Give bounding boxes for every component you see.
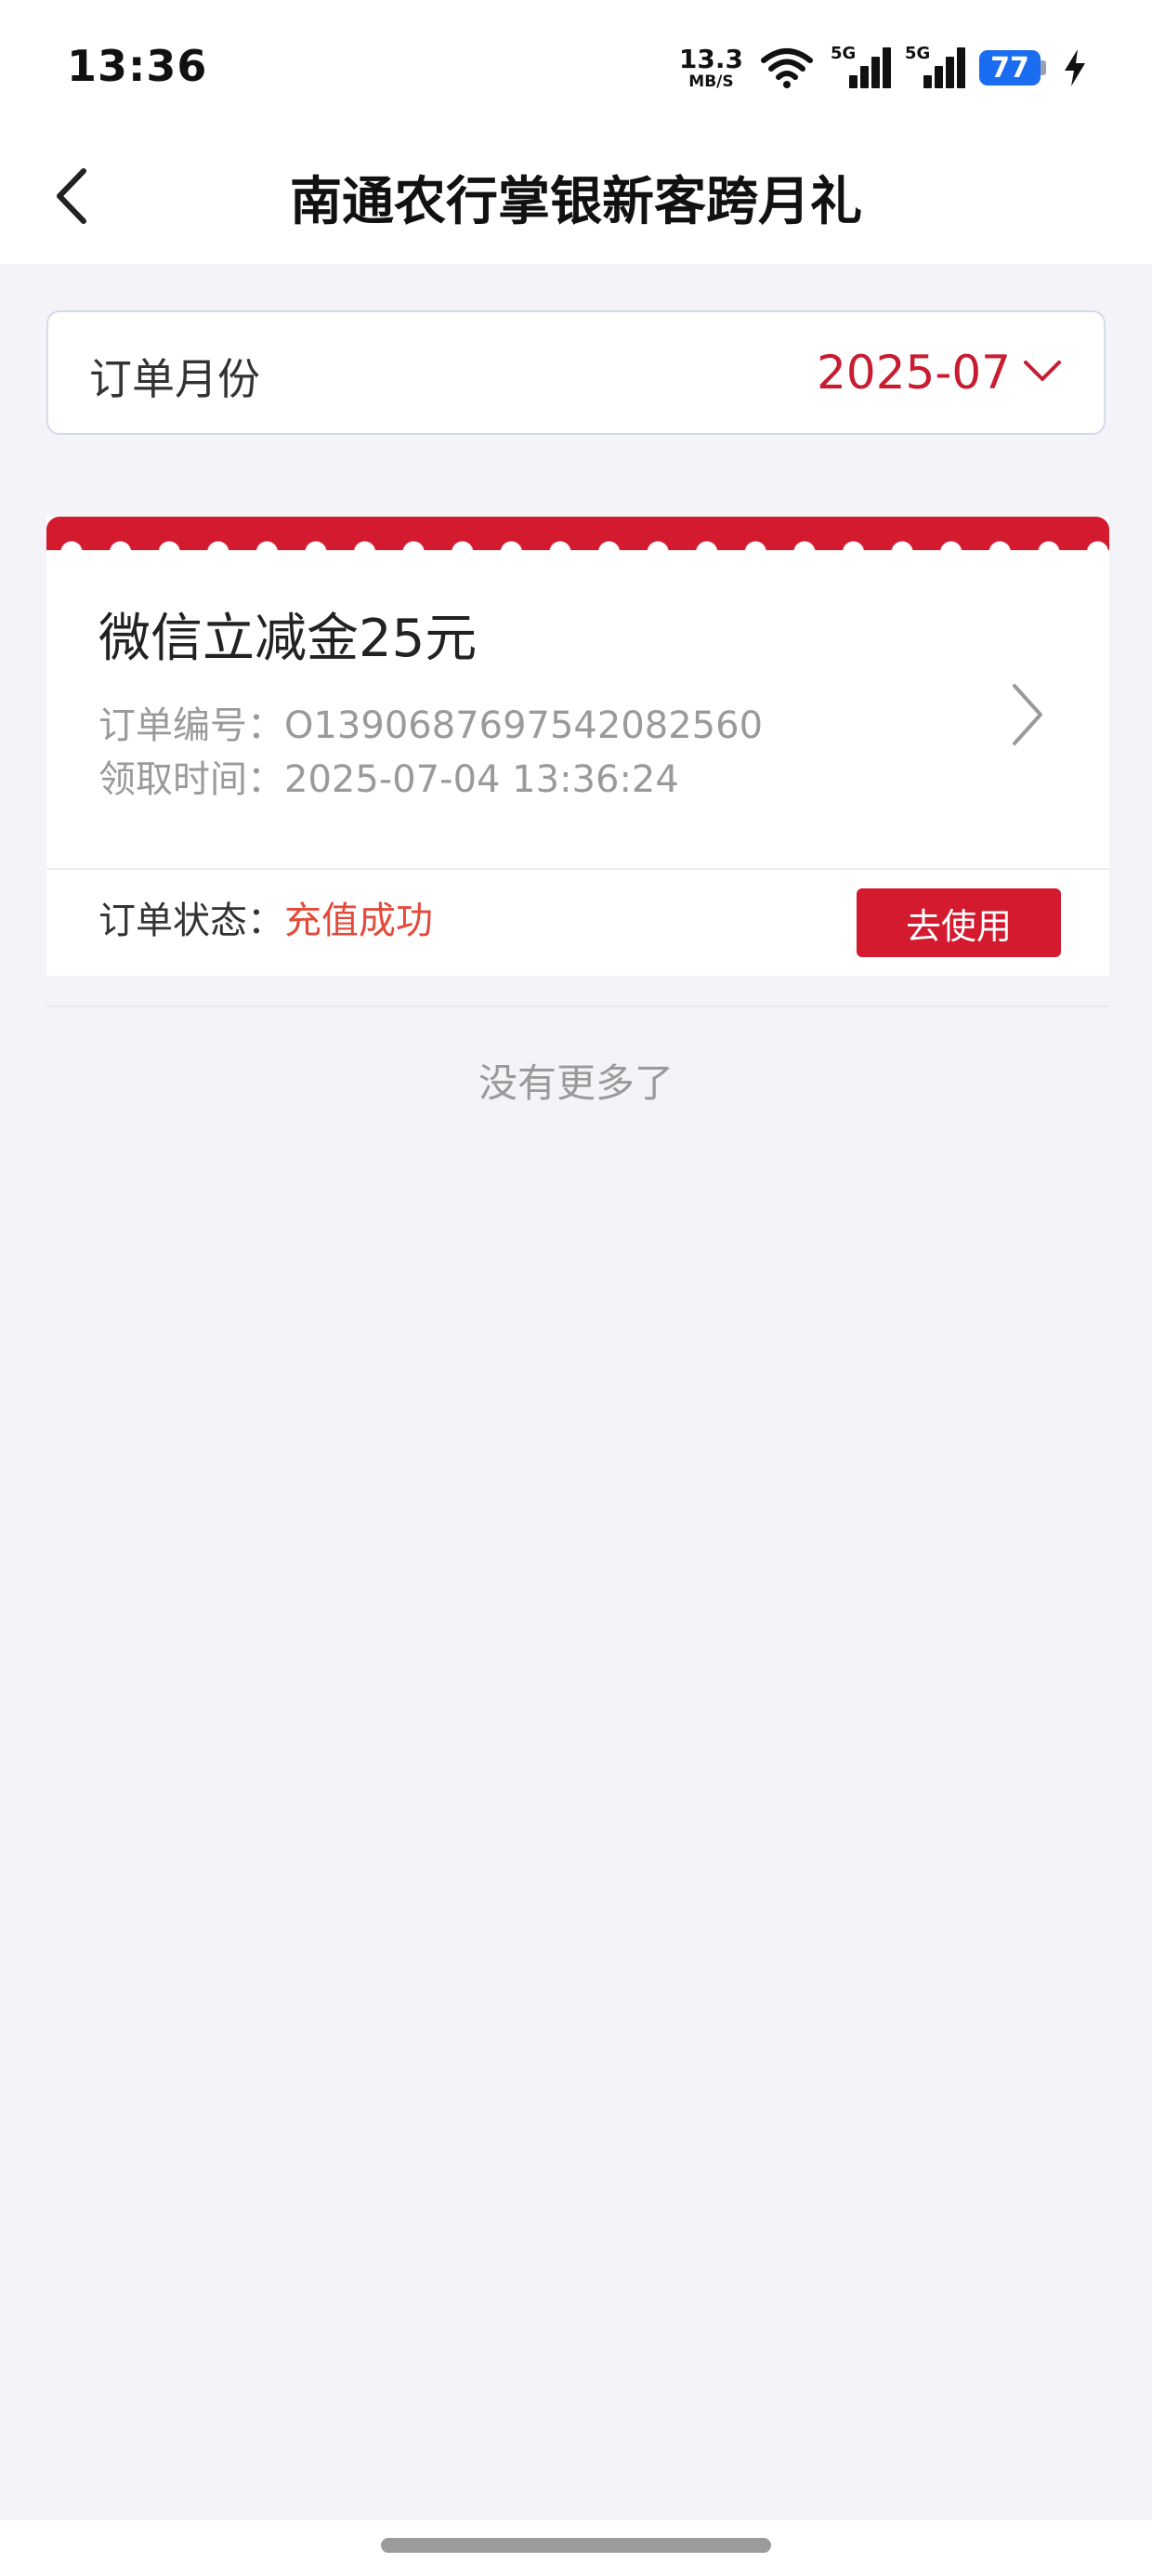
- signal-5g-icon: 5G: [831, 44, 891, 90]
- chevron-right-icon[interactable]: [1007, 680, 1048, 749]
- list-divider: [46, 1005, 1109, 1007]
- battery-level: 77: [979, 50, 1041, 85]
- sim1-label: 5G: [831, 44, 857, 63]
- month-filter-label: 订单月份: [89, 354, 260, 404]
- order-status-label: 订单状态：: [98, 900, 284, 942]
- signal-5g-icon: 5G: [905, 44, 965, 90]
- battery-icon: 77: [979, 50, 1046, 85]
- order-time-line: 领取时间：2025-07-04 13:36:24: [98, 749, 679, 803]
- order-time-label: 领取时间：: [98, 758, 284, 801]
- status-icons: 13.3 MB/S 5G 5G 77: [679, 43, 1087, 93]
- charging-bolt-icon: [1065, 49, 1085, 86]
- use-button[interactable]: 去使用: [857, 888, 1061, 957]
- page-title: 南通农行掌银新客跨月礼: [290, 172, 862, 232]
- order-number-line: 订单编号：O1390687697542082560: [98, 695, 763, 749]
- card-divider: [46, 868, 1109, 870]
- month-filter[interactable]: 订单月份 2025-07: [46, 310, 1106, 435]
- order-number-label: 订单编号：: [98, 704, 284, 747]
- order-time-value: 2025-07-04 13:36:24: [284, 758, 679, 801]
- sim2-label: 5G: [905, 44, 931, 63]
- home-indicator[interactable]: [381, 2538, 771, 2553]
- order-number-value: O1390687697542082560: [284, 704, 764, 747]
- top-bar: 13:36 13.3 MB/S 5G 5G 77 南通农行掌银新客跨月礼: [0, 0, 1152, 264]
- order-title: 微信立减金25元: [98, 609, 478, 669]
- order-card[interactable]: 微信立减金25元 订单编号：O1390687697542082560 领取时间：…: [46, 517, 1109, 976]
- list-end-text: 没有更多了: [478, 1060, 674, 1106]
- network-speed: 13.3 MB/S: [679, 46, 743, 90]
- month-filter-value[interactable]: 2025-07: [817, 346, 1011, 400]
- chevron-down-icon[interactable]: [1022, 357, 1063, 385]
- status-time: 13:36: [67, 41, 208, 91]
- wifi-icon: [761, 48, 813, 88]
- network-speed-value: 13.3: [678, 43, 743, 74]
- order-status-line: 订单状态：充值成功: [98, 890, 433, 944]
- order-status-value: 充值成功: [284, 900, 433, 942]
- network-speed-unit: MB/S: [688, 72, 734, 91]
- card-ticket-edge: [46, 517, 1109, 550]
